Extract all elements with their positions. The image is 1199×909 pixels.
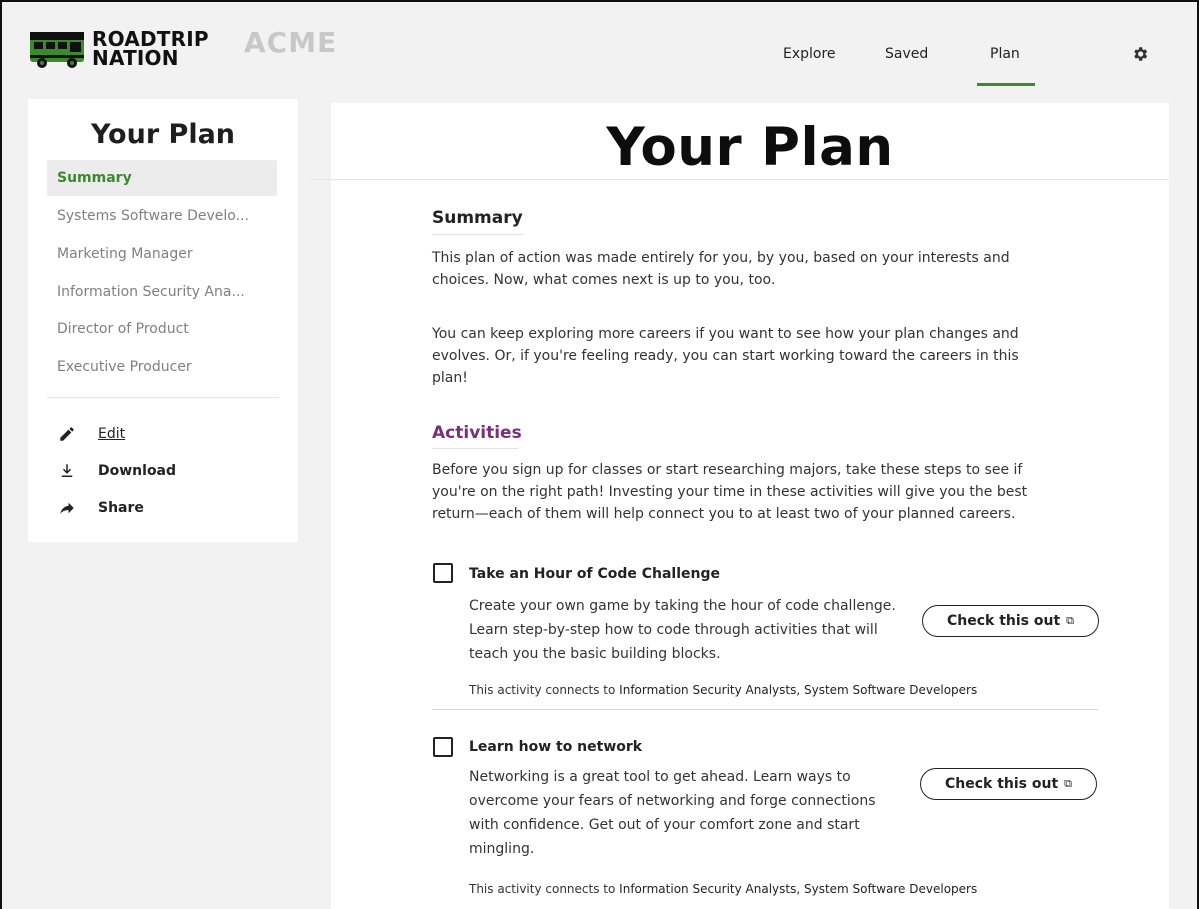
sidebar-title: Your Plan	[90, 119, 236, 150]
download-button[interactable]: Download	[58, 462, 176, 480]
activity-1-connects: This activity connects to Information Se…	[469, 683, 977, 697]
gear-icon[interactable]	[1131, 45, 1149, 63]
activity-2-checkbox[interactable]	[433, 737, 453, 757]
sidebar-item-systems-software-developer[interactable]: Systems Software Develo...	[47, 198, 277, 234]
sidebar-item-marketing-manager[interactable]: Marketing Manager	[47, 236, 277, 272]
external-link-icon: ⧉	[1066, 614, 1075, 627]
download-label: Download	[98, 463, 177, 479]
pencil-icon	[60, 427, 74, 441]
roadtrip-nation-logo[interactable]: ROADTRIP NATION	[28, 28, 209, 70]
activity-2-connects: This activity connects to Information Se…	[469, 882, 977, 896]
activity-1-description: Create your own game by taking the hour …	[469, 598, 896, 662]
activities-heading-underline	[432, 448, 518, 449]
sidebar-item-information-security-analyst[interactable]: Information Security Ana...	[47, 274, 277, 310]
edit-button[interactable]: Edit	[58, 425, 125, 443]
sidebar-item-summary[interactable]: Summary	[47, 160, 277, 196]
nav-saved[interactable]: Saved	[885, 46, 928, 62]
partner-logo: ACME	[244, 26, 338, 59]
share-label: Share	[98, 500, 144, 516]
summary-heading: Summary	[432, 208, 523, 228]
plan-sidebar: Your Plan Summary Systems Software Devel…	[28, 99, 298, 542]
activity-1-title: Take an Hour of Code Challenge	[469, 566, 720, 582]
activities-intro: Before you sign up for classes or start …	[432, 462, 1028, 522]
activity-2-title: Learn how to network	[469, 739, 643, 755]
sidebar-item-executive-producer[interactable]: Executive Producer	[47, 349, 277, 385]
share-arrow-icon	[60, 502, 74, 514]
activity-2-check-this-out-button[interactable]: Check this out ⧉	[920, 768, 1097, 800]
page-title: Your Plan	[606, 117, 894, 178]
rv-bus-icon	[30, 32, 84, 68]
activity-1-connects-prefix: This activity connects to	[469, 683, 616, 697]
share-button[interactable]: Share	[58, 499, 144, 517]
external-link-icon: ⧉	[1064, 777, 1073, 790]
nav-explore[interactable]: Explore	[783, 46, 836, 62]
activity-1-check-this-out-button[interactable]: Check this out ⧉	[922, 605, 1099, 637]
top-header: ROADTRIP NATION ACME Explore Saved Plan	[2, 2, 1197, 90]
sidebar-divider	[47, 397, 279, 398]
activity-1-connects-careers: Information Security Analysts, System So…	[619, 683, 978, 697]
logo-wordmark: ROADTRIP NATION	[92, 29, 209, 70]
activity-2-connects-prefix: This activity connects to	[469, 882, 616, 896]
logo-line-2: NATION	[92, 46, 179, 70]
summary-heading-underline	[432, 234, 524, 235]
activity-1-cta-label: Check this out	[946, 613, 1061, 629]
summary-paragraph-2: You can keep exploring more careers if y…	[432, 326, 1019, 386]
activity-2-description: Networking is a great tool to get ahead.…	[469, 769, 876, 857]
sidebar-item-director-of-product[interactable]: Director of Product	[47, 311, 277, 347]
activity-1-checkbox[interactable]	[433, 563, 453, 583]
nav-active-indicator	[977, 83, 1035, 86]
download-icon	[61, 464, 73, 477]
activity-divider	[432, 709, 1098, 710]
activity-2-connects-careers: Information Security Analysts, System So…	[619, 882, 978, 896]
activities-heading: Activities	[432, 423, 522, 443]
edit-label: Edit	[98, 426, 126, 442]
title-divider	[311, 179, 1169, 180]
app-frame: ROADTRIP NATION ACME Explore Saved Plan …	[0, 0, 1199, 909]
activity-2-cta-label: Check this out	[944, 776, 1059, 792]
plan-main-panel: Your Plan Summary This plan of action wa…	[311, 103, 1169, 909]
nav-plan[interactable]: Plan	[990, 46, 1020, 62]
summary-paragraph-1: This plan of action was made entirely fo…	[432, 250, 1010, 288]
